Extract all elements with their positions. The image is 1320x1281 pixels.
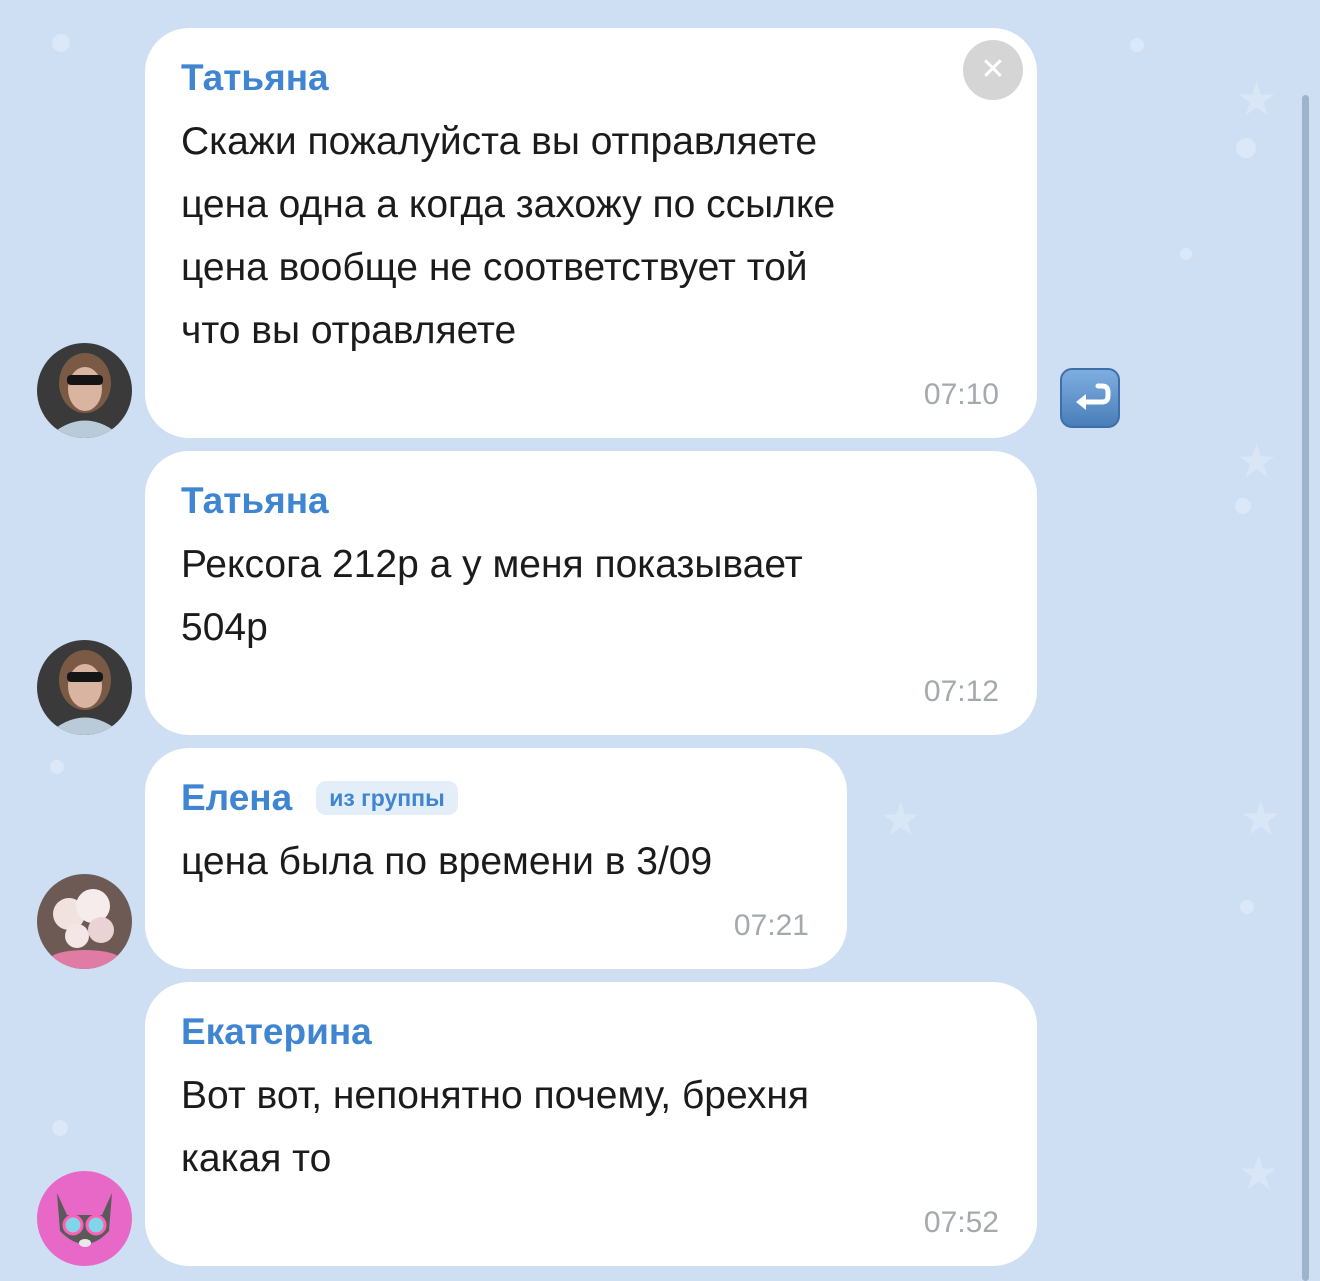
message-time: 07:52 bbox=[923, 1206, 999, 1239]
avatar-image bbox=[37, 343, 132, 438]
close-button[interactable]: ✕ bbox=[963, 40, 1023, 100]
reply-button[interactable] bbox=[1060, 368, 1120, 428]
message-text: цена была по времени в 3/09 bbox=[181, 840, 713, 883]
group-badge: из группы bbox=[316, 781, 458, 815]
message-text: Вот вот, непонятно почему, брехня какая … bbox=[181, 1074, 809, 1180]
message-bubble[interactable]: Елена из группы цена была по времени в 3… bbox=[145, 748, 847, 969]
message-bubble[interactable]: Екатерина Вот вот, непонятно почему, бре… bbox=[145, 982, 1037, 1266]
background-dot bbox=[1240, 900, 1254, 914]
avatar-image bbox=[37, 874, 132, 969]
message-bubble[interactable]: Татьяна Скажи пожалуйста вы отправляете … bbox=[145, 28, 1037, 438]
avatar[interactable] bbox=[37, 1171, 132, 1266]
message-bubble[interactable]: Татьяна Рексога 212р а у меня показывает… bbox=[145, 451, 1037, 735]
sender-name-row: Елена из группы bbox=[181, 776, 811, 820]
background-dot bbox=[1180, 248, 1192, 260]
sender-name[interactable]: Татьяна bbox=[181, 479, 1001, 523]
background-dot bbox=[1236, 138, 1256, 158]
sender-name[interactable]: Елена bbox=[181, 776, 292, 820]
message-time: 07:21 bbox=[733, 909, 809, 942]
avatar[interactable] bbox=[37, 640, 132, 735]
message-time: 07:12 bbox=[923, 675, 999, 708]
close-icon: ✕ bbox=[980, 53, 1006, 86]
background-dot bbox=[52, 34, 70, 52]
message-text: Рексога 212р а у меня показывает 504р bbox=[181, 543, 803, 649]
sender-name[interactable]: Екатерина bbox=[181, 1010, 1001, 1054]
sender-name[interactable]: Татьяна bbox=[181, 56, 1001, 100]
background-star-icon: ★ bbox=[1238, 1147, 1280, 1199]
avatar[interactable] bbox=[37, 343, 132, 438]
background-star-icon: ★ bbox=[1236, 435, 1278, 487]
avatar-image bbox=[37, 640, 132, 735]
background-star-icon: ★ bbox=[880, 793, 922, 845]
reply-icon bbox=[1076, 383, 1111, 410]
background-dot bbox=[1130, 38, 1144, 52]
message-text: Скажи пожалуйста вы отправляете цена одн… bbox=[181, 120, 836, 352]
message-time: 07:10 bbox=[923, 378, 999, 411]
avatar[interactable] bbox=[37, 874, 132, 969]
background-star-icon: ★ bbox=[1236, 73, 1278, 125]
background-dot bbox=[50, 760, 64, 774]
scrollbar[interactable] bbox=[1302, 95, 1309, 1281]
background-dot bbox=[1235, 498, 1251, 514]
background-dot bbox=[52, 1120, 68, 1136]
background-star-icon: ★ bbox=[1240, 792, 1282, 844]
avatar-image bbox=[37, 1171, 132, 1266]
